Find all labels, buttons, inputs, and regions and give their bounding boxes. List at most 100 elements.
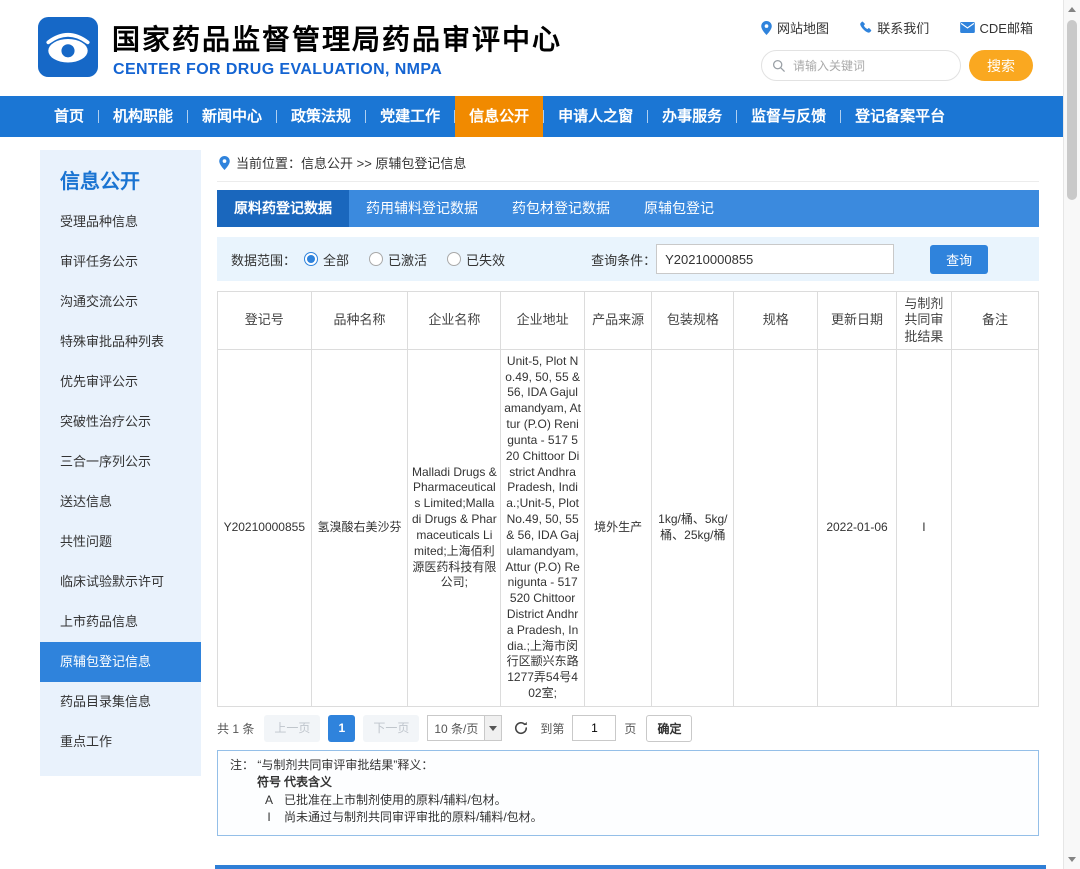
radio-activated-icon[interactable] [369, 252, 383, 266]
table-header-row: 登记号 品种名称 企业名称 企业地址 产品来源 包装规格 规格 更新日期 与制剂… [218, 292, 1039, 350]
tab-excipient-registration-data[interactable]: 药用辅料登记数据 [349, 190, 495, 227]
sidebar-item-three-in-one[interactable]: 三合一序列公示 [40, 442, 201, 482]
site-subtitle: CENTER FOR DRUG EVALUATION, NMPA [113, 61, 442, 79]
page-scrollbar[interactable] [1063, 0, 1080, 869]
nav-item-policy[interactable]: 政策法规 [277, 96, 365, 137]
prev-page-button[interactable]: 上一页 [264, 715, 320, 742]
scroll-down-arrow-icon[interactable] [1064, 851, 1080, 868]
tab-raw-aux-pack-registration[interactable]: 原辅包登记 [627, 190, 731, 227]
col-header-spec: 规格 [734, 292, 818, 350]
sidebar-item-communication[interactable]: 沟通交流公示 [40, 282, 201, 322]
radio-expired-label: 已失效 [466, 250, 505, 269]
breadcrumb: 当前位置：信息公开 >> 原辅包登记信息 [217, 150, 1039, 182]
current-page-button[interactable]: 1 [328, 715, 355, 742]
sidebar-item-drug-catalog[interactable]: 药品目录集信息 [40, 682, 201, 722]
radio-activated-label: 已激活 [388, 250, 427, 269]
nav-item-supervision-feedback[interactable]: 监督与反馈 [737, 96, 840, 137]
query-input[interactable] [656, 244, 894, 274]
col-header-product-name: 品种名称 [311, 292, 408, 350]
cell-update-date: 2022-01-06 [818, 349, 897, 706]
query-button[interactable]: 查询 [930, 245, 988, 274]
sitemap-link[interactable]: 网站地图 [761, 18, 829, 37]
sitemap-label: 网站地图 [777, 18, 829, 37]
nav-item-services[interactable]: 办事服务 [648, 96, 736, 137]
location-pin-icon [219, 156, 230, 170]
sidebar-item-delivery-info[interactable]: 送达信息 [40, 482, 201, 522]
tab-packaging-registration-data[interactable]: 药包材登记数据 [495, 190, 627, 227]
col-header-update-date: 更新日期 [818, 292, 897, 350]
nav-item-registration-platform[interactable]: 登记备案平台 [841, 96, 959, 137]
confirm-button[interactable]: 确定 [646, 715, 692, 742]
cell-spec [734, 349, 818, 706]
nav-item-info-disclosure[interactable]: 信息公开 [455, 96, 543, 137]
cell-remark [951, 349, 1038, 706]
note-row-a: A 已批准在上市制剂使用的原料/辅料/包材。 [254, 792, 1026, 809]
filter-bar: 数据范围： 全部 已激活 已失效 查询条件： [217, 237, 1039, 281]
table-row: Y20210000855 氢溴酸右美沙芬 Malladi Drugs & Pha… [218, 349, 1039, 706]
search-input[interactable] [791, 58, 950, 74]
contact-link[interactable]: 联系我们 [859, 18, 929, 37]
sidebar-item-marketed-drugs[interactable]: 上市药品信息 [40, 602, 201, 642]
sidebar-item-key-work[interactable]: 重点工作 [40, 722, 201, 762]
cde-logo-icon [38, 17, 98, 77]
map-pin-icon [761, 21, 772, 35]
radio-activated[interactable]: 已激活 [369, 250, 427, 269]
goto-page-input[interactable] [572, 715, 616, 741]
sidebar-item-clinical-trial-license[interactable]: 临床试验默示许可 [40, 562, 201, 602]
page-size-select[interactable]: 10 条/页 [427, 715, 502, 741]
radio-all[interactable]: 全部 [304, 250, 349, 269]
note-symbol-a: A [254, 792, 284, 809]
cde-mail-link[interactable]: CDE邮箱 [960, 18, 1033, 37]
page: 国家药品监督管理局药品审评中心 CENTER FOR DRUG EVALUATI… [0, 0, 1063, 869]
sidebar-item-raw-aux-pack-registration[interactable]: 原辅包登记信息 [40, 642, 201, 682]
content-area: 当前位置：信息公开 >> 原辅包登记信息 原料药登记数据 药用辅料登记数据 药包… [217, 150, 1039, 836]
pagination: 共 1 条 上一页 1 下一页 10 条/页 到第 页 确定 [217, 715, 1039, 742]
chevron-down-icon[interactable] [484, 716, 501, 740]
sidebar-item-accepted-products[interactable]: 受理品种信息 [40, 202, 201, 242]
tab-api-registration-data[interactable]: 原料药登记数据 [217, 190, 349, 227]
header-right: 网站地图 联系我们 CDE邮箱 搜索 [761, 18, 1033, 81]
cell-address: Unit-5, Plot No.49, 50, 55 & 56, IDA Gaj… [501, 349, 585, 706]
radio-all-label: 全部 [323, 250, 349, 269]
search-icon [772, 59, 785, 72]
col-header-source: 产品来源 [584, 292, 651, 350]
sidebar-item-review-tasks[interactable]: 审评任务公示 [40, 242, 201, 282]
nav-item-org-functions[interactable]: 机构职能 [99, 96, 187, 137]
breadcrumb-text: 当前位置：信息公开 >> 原辅包登记信息 [236, 153, 466, 172]
site-title: 国家药品监督管理局药品审评中心 [112, 18, 562, 58]
phone-icon [859, 21, 872, 34]
sidebar-item-priority-review[interactable]: 优先审评公示 [40, 362, 201, 402]
scroll-up-arrow-icon[interactable] [1064, 1, 1080, 18]
legend-note: 注： “与制剂共同审评审批结果”释义： 符号 代表含义 A 已批准在上市制剂使用… [217, 750, 1039, 836]
mail-icon [960, 22, 975, 33]
note-text-i: 尚未通过与制剂共同审评审批的原料/辅料/包材。 [284, 809, 543, 826]
cell-product-name: 氢溴酸右美沙芬 [311, 349, 408, 706]
sidebar-item-special-approval-list[interactable]: 特殊审批品种列表 [40, 322, 201, 362]
refresh-button[interactable] [514, 721, 528, 735]
cell-source: 境外生产 [584, 349, 651, 706]
nav-item-applicant-window[interactable]: 申请人之窗 [544, 96, 647, 137]
total-count: 共 1 条 [217, 720, 254, 737]
radio-expired[interactable]: 已失效 [447, 250, 505, 269]
quick-links: 网站地图 联系我们 CDE邮箱 [761, 18, 1033, 37]
search-button[interactable]: 搜索 [969, 50, 1033, 81]
cell-company: Malladi Drugs & Pharmaceuticals Limited;… [408, 349, 501, 706]
main-nav: 首页 机构职能 新闻中心 政策法规 党建工作 信息公开 申请人之窗 办事服务 监… [0, 96, 1063, 137]
col-header-address: 企业地址 [501, 292, 585, 350]
page-size-value: 10 条/页 [428, 720, 484, 737]
site-header: 国家药品监督管理局药品审评中心 CENTER FOR DRUG EVALUATI… [0, 0, 1063, 96]
nav-item-home[interactable]: 首页 [40, 96, 98, 137]
refresh-icon [514, 721, 528, 735]
sidebar-item-breakthrough-therapy[interactable]: 突破性治疗公示 [40, 402, 201, 442]
search-box [761, 50, 961, 81]
sidebar-item-common-issues[interactable]: 共性问题 [40, 522, 201, 562]
radio-expired-icon[interactable] [447, 252, 461, 266]
scrollbar-thumb[interactable] [1067, 20, 1077, 200]
next-page-button[interactable]: 下一页 [363, 715, 419, 742]
registration-table: 登记号 品种名称 企业名称 企业地址 产品来源 包装规格 规格 更新日期 与制剂… [217, 291, 1039, 707]
cde-mail-label: CDE邮箱 [980, 18, 1033, 37]
search-row: 搜索 [761, 50, 1033, 81]
nav-item-news[interactable]: 新闻中心 [188, 96, 276, 137]
radio-all-icon[interactable] [304, 252, 318, 266]
nav-item-party-building[interactable]: 党建工作 [366, 96, 454, 137]
